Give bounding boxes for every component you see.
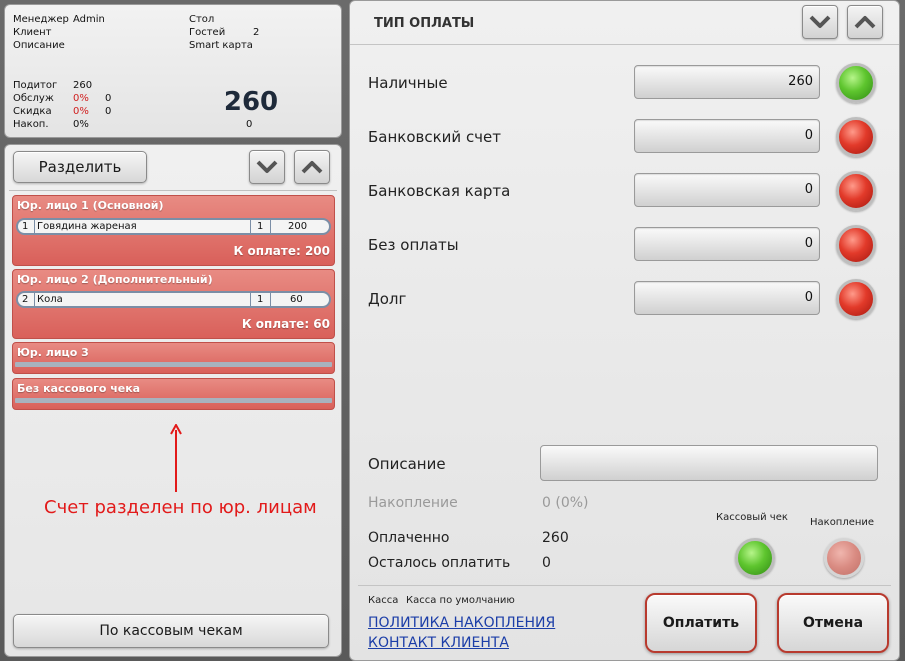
split-bill-panel: Разделить Юр. лицо 1 (Основной) 1 Говяди… — [4, 144, 342, 657]
payment-title: ТИП ОПЛАТЫ — [374, 16, 475, 31]
guests-value: 2 — [253, 27, 260, 38]
cancel-button[interactable]: Отмена — [777, 593, 889, 653]
chevron-up-icon — [854, 16, 876, 29]
list-item[interactable]: 2 Кола 1 60 — [16, 291, 331, 308]
item-number: 1 — [22, 221, 29, 232]
pay-button[interactable]: Оплатить — [645, 593, 757, 653]
legal-entity-group-3[interactable]: Юр. лицо 3 — [12, 342, 335, 374]
group-title: Юр. лицо 3 — [17, 346, 89, 359]
accumulation-value: 0 (0%) — [542, 495, 589, 511]
manager-label: Менеджер — [13, 14, 69, 25]
payment-scroll-down-button[interactable] — [802, 5, 838, 39]
no-receipt-group[interactable]: Без кассового чека — [12, 378, 335, 410]
payment-scroll-up-button[interactable] — [847, 5, 883, 39]
paid-value: 260 — [542, 530, 569, 546]
table-label: Стол — [189, 14, 215, 25]
cashdesk-label: Касса — [368, 595, 399, 606]
service-label: Обслуж — [13, 93, 54, 104]
cashdesk-value: Касса по умолчанию — [406, 595, 515, 606]
legal-entity-group-2[interactable]: Юр. лицо 2 (Дополнительный) 2 Кола 1 60 … — [12, 269, 335, 339]
smart-card-label: Smart карта — [189, 40, 253, 51]
accum-value: 0 — [246, 119, 253, 130]
method-no-payment-amount[interactable]: 0 — [634, 227, 820, 261]
accumulation-policy-link[interactable]: ПОЛИТИКА НАКОПЛЕНИЯ — [368, 615, 555, 631]
client-contact-link[interactable]: КОНТАКТ КЛИЕНТА — [368, 635, 509, 651]
group-title: Юр. лицо 1 (Основной) — [17, 199, 164, 212]
method-no-payment-label: Без оплаты — [368, 236, 459, 254]
method-cash-amount[interactable]: 260 — [634, 65, 820, 99]
scroll-up-button[interactable] — [294, 150, 330, 184]
method-debt-toggle[interactable] — [836, 279, 876, 319]
paid-label: Оплаченно — [368, 530, 450, 546]
accumulation-toggle[interactable] — [824, 538, 864, 578]
list-item[interactable]: 1 Говядина жареная 1 200 — [16, 218, 331, 235]
split-button[interactable]: Разделить — [13, 151, 147, 183]
item-name: Кола — [37, 294, 63, 305]
group-total: К оплате: 200 — [233, 244, 330, 258]
method-bank-account-label: Банковский счет — [368, 128, 502, 146]
arrow-up-icon — [170, 424, 182, 492]
chevron-down-icon — [256, 160, 278, 173]
description-label: Описание — [13, 40, 65, 51]
item-price: 200 — [288, 221, 308, 232]
by-receipts-button[interactable]: По кассовым чекам — [13, 614, 329, 648]
legal-entity-group-1[interactable]: Юр. лицо 1 (Основной) 1 Говядина жареная… — [12, 195, 335, 266]
accumulation-toggle-label: Накопление — [810, 517, 875, 528]
client-label: Клиент — [13, 27, 52, 38]
order-info-panel: Менеджер Admin Клиент Описание Стол Гост… — [4, 4, 342, 138]
group-title: Юр. лицо 2 (Дополнительный) — [17, 273, 213, 286]
method-debt-amount[interactable]: 0 — [634, 281, 820, 315]
method-bank-card-label: Банковская карта — [368, 182, 511, 200]
annotation-text: Счет разделен по юр. лицам — [44, 497, 317, 518]
scroll-down-button[interactable] — [249, 150, 285, 184]
receipt-toggle[interactable] — [735, 538, 775, 578]
discount-label: Скидка — [13, 106, 52, 117]
chevron-up-icon — [301, 161, 323, 174]
subtotal-label: Подитог — [13, 80, 58, 91]
payment-panel: ТИП ОПЛАТЫ Наличные 260 Банковский счет … — [349, 0, 900, 661]
method-cash-toggle[interactable] — [836, 63, 876, 103]
item-number: 2 — [22, 294, 29, 305]
accumulation-label: Накопление — [368, 495, 458, 511]
payment-description-label: Описание — [368, 455, 446, 473]
method-bank-card-amount[interactable]: 0 — [634, 173, 820, 207]
method-bank-account-toggle[interactable] — [836, 117, 876, 157]
item-qty: 1 — [257, 294, 264, 305]
item-name: Говядина жареная — [37, 221, 137, 232]
group-title: Без кассового чека — [17, 382, 141, 395]
manager-value: Admin — [73, 14, 105, 25]
method-cash-label: Наличные — [368, 74, 448, 92]
item-qty: 1 — [257, 221, 264, 232]
chevron-down-icon — [809, 15, 831, 28]
payment-description-field[interactable] — [540, 445, 878, 481]
payment-header: ТИП ОПЛАТЫ — [350, 1, 899, 45]
method-bank-card-toggle[interactable] — [836, 171, 876, 211]
method-debt-label: Долг — [368, 290, 407, 308]
guests-label: Гостей — [189, 27, 226, 38]
accum-label: Накоп. — [13, 119, 49, 130]
remaining-value: 0 — [542, 555, 551, 571]
accum-percent: 0% — [73, 119, 89, 130]
item-price: 60 — [290, 294, 303, 305]
remaining-label: Осталось оплатить — [368, 555, 511, 571]
receipt-toggle-label: Кассовый чек — [716, 512, 788, 523]
legal-entity-groups: Юр. лицо 1 (Основной) 1 Говядина жареная… — [9, 190, 337, 603]
method-no-payment-toggle[interactable] — [836, 225, 876, 265]
group-total: К оплате: 60 — [241, 317, 330, 331]
method-bank-account-amount[interactable]: 0 — [634, 119, 820, 153]
